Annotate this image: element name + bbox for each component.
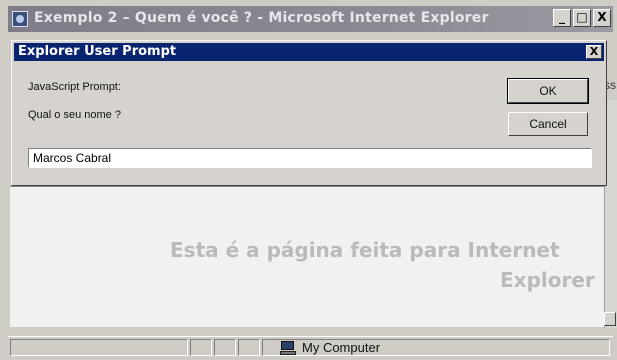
ie-window-title: Exemplo 2 – Quem é você ? - Microsoft In… — [34, 10, 489, 26]
ie-app-icon — [12, 11, 28, 27]
status-zone: My Computer — [280, 339, 380, 356]
prompt-question: Qual o seu nome ? — [28, 109, 121, 121]
dialog-close-button[interactable]: X — [586, 45, 602, 59]
prompt-dialog: Explorer User Prompt X JavaScript Prompt… — [11, 40, 607, 186]
name-input[interactable] — [28, 148, 592, 168]
prompt-header: JavaScript Prompt: — [28, 81, 121, 93]
ie-titlebar: Exemplo 2 – Quem é você ? - Microsoft In… — [8, 6, 613, 32]
zone-label: My Computer — [302, 340, 381, 355]
page-heading-line1: Esta é a página feita para Internet — [170, 238, 560, 262]
dialog-title: Explorer User Prompt — [18, 44, 177, 59]
computer-icon — [280, 340, 296, 355]
cancel-button[interactable]: Cancel — [508, 112, 588, 136]
ie-window-controls: _ □ X — [553, 9, 611, 27]
status-bar: My Computer — [8, 336, 613, 359]
status-cell — [214, 339, 236, 356]
status-cell — [238, 339, 260, 356]
status-text-cell — [10, 339, 188, 356]
dialog-titlebar: Explorer User Prompt X — [14, 43, 604, 61]
minimize-button[interactable]: _ — [553, 9, 571, 27]
scroll-down-button[interactable] — [604, 312, 616, 326]
ok-button[interactable]: OK — [507, 78, 589, 104]
maximize-button[interactable]: □ — [573, 9, 591, 27]
close-button[interactable]: X — [593, 9, 611, 27]
page-heading-line2: Explorer — [500, 268, 595, 292]
status-cell — [190, 339, 212, 356]
